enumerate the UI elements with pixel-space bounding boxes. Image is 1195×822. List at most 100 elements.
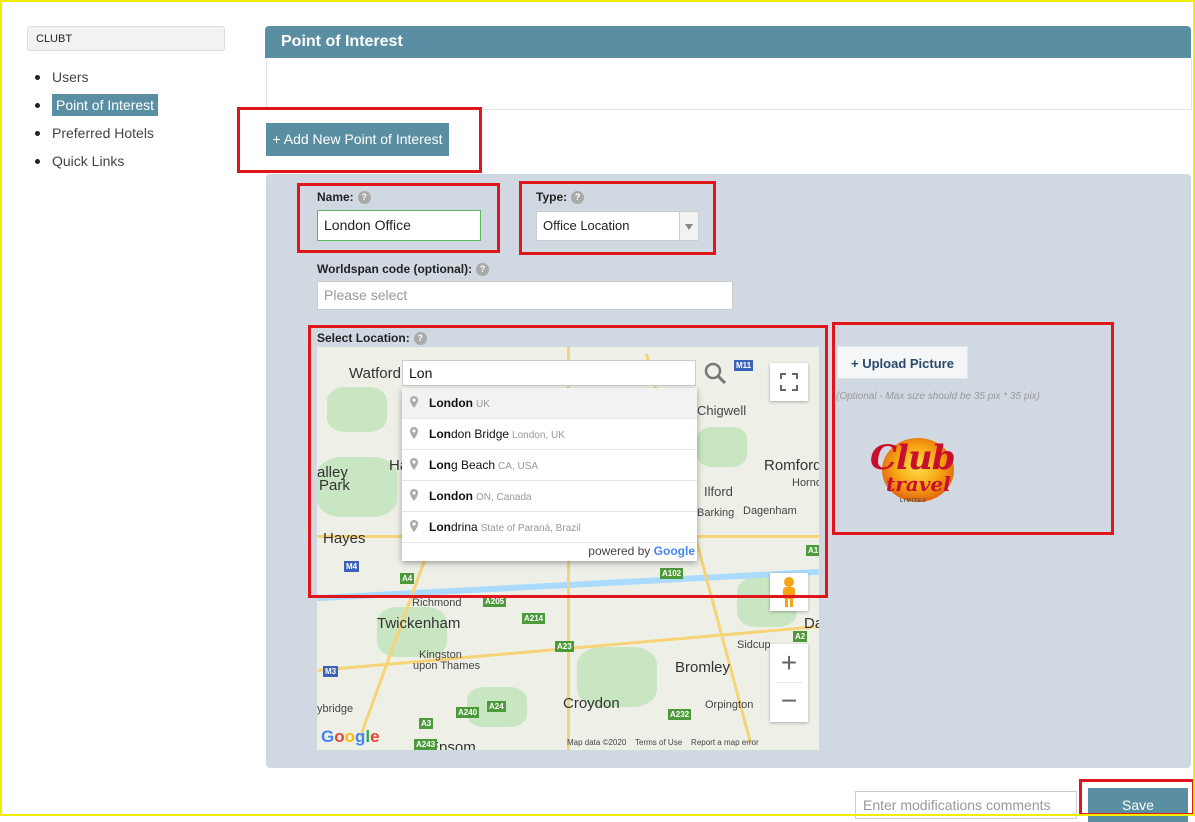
sidebar-item-point-of-interest[interactable]: Point of Interest [35,94,159,122]
suggestion-secondary: UK [476,399,490,410]
road-sign: A4 [400,573,415,584]
map-label: Ilford [704,484,733,499]
map-label: Croydon [563,695,620,712]
suggestion-secondary: CA, USA [498,461,539,472]
worldspan-select[interactable]: Please select [317,281,733,310]
suggestion-rest: don [451,489,473,503]
autocomplete-item[interactable]: London Bridge London, UK [402,419,697,450]
map-label: Orpington [705,699,754,711]
location-label-text: Select Location: [317,331,410,345]
suggestion-rest: don Bridge [451,427,510,441]
map-terms-link[interactable]: Terms of Use [635,738,682,747]
location-pin-icon [410,427,418,439]
suggestion-rest: g Beach [451,458,496,472]
help-icon[interactable]: ? [571,191,585,205]
map-label: ybridge [317,703,354,715]
upload-note: (Optional - Max size should be 35 pix * … [836,391,1040,402]
name-input[interactable]: London Office [317,210,481,241]
page-title: Point of Interest [265,26,1191,58]
type-select[interactable]: Office Location [536,211,699,241]
help-icon[interactable]: ? [413,332,427,346]
worldspan-label: Worldspan code (optional):? [317,262,490,277]
road-sign: M4 [344,561,360,572]
suggestion-secondary: State of Paraná, Brazil [480,523,581,534]
road-sign: M11 [734,360,754,371]
map-label: Dagenham [743,505,797,517]
sidebar-item-label: Point of Interest [52,94,159,116]
logo-word-travel: travel [886,472,951,496]
powered-by-google: powered by Google [588,544,695,558]
sidebar-item-label: Quick Links [52,153,125,169]
road-sign: A23 [555,641,574,652]
fullscreen-button[interactable] [770,363,808,401]
suggestion-match: Lon [429,489,451,503]
autocomplete-item[interactable]: London ON, Canada [402,481,697,512]
sidebar-item-label: Preferred Hotels [52,125,154,141]
fullscreen-icon [780,373,798,391]
road-sign: A214 [522,613,546,624]
street-view-pegman[interactable] [770,573,808,611]
autocomplete-item[interactable]: Long Beach CA, USA [402,450,697,481]
powered-by-text: powered by [588,544,651,558]
location-pin-icon [410,489,418,501]
road-sign: A13 [806,545,819,556]
map-search-button[interactable] [702,360,728,386]
type-select-value: Office Location [543,218,630,233]
zoom-controls: + − [770,644,808,722]
map-data-text: Map data ©2020 [567,738,627,747]
zoom-out-button[interactable]: − [770,683,808,721]
pegman-icon [783,577,795,607]
search-icon [704,362,727,385]
modification-comments-input[interactable]: Enter modifications comments [855,791,1077,819]
club-travel-logo: Club travel LIMITED [856,436,971,511]
panel-body [266,58,1192,110]
sidebar-item-quick-links[interactable]: Quick Links [35,150,158,178]
logo-word-limited: LIMITED [900,498,927,504]
add-point-of-interest-button[interactable]: + Add New Point of Interest [266,123,449,156]
worldspan-label-text: Worldspan code (optional): [317,262,473,276]
type-label-text: Type: [536,190,568,204]
map-label: Watford [349,365,401,382]
road-sign: A232 [668,709,692,720]
type-label: Type:? [536,190,585,205]
sidebar-nav: Users Point of Interest Preferred Hotels… [35,66,159,178]
suggestion-rest: don [451,396,473,410]
help-icon[interactable]: ? [357,191,371,205]
location-label: Select Location:? [317,331,427,346]
upload-picture-button[interactable]: + Upload Picture [837,346,968,379]
autocomplete-item[interactable]: Londrina State of Paraná, Brazil [402,512,697,543]
name-label: Name:? [317,190,371,205]
map-label: Twickenham [377,615,461,632]
google-logo: Google [321,727,380,746]
suggestion-secondary: ON, Canada [476,492,532,503]
map-label: Chigwell [697,403,747,418]
chevron-down-icon [679,212,698,240]
road-sign: A2 [793,631,808,642]
sidebar-item-users[interactable]: Users [35,66,158,94]
autocomplete-dropdown: London UK London Bridge London, UK Long Be… [402,388,697,561]
location-pin-icon [410,458,418,470]
suggestion-rest: drina [451,520,478,534]
map-label: Richmond [412,597,462,609]
map-label: Dart [804,615,819,632]
map-label: Barking [697,507,735,519]
zoom-in-button[interactable]: + [770,644,808,682]
suggestion-match: Lon [429,396,451,410]
google-wordmark: Google [653,544,695,558]
save-button[interactable]: Save [1088,788,1188,822]
map-report-link[interactable]: Report a map error [691,738,759,747]
map-search-input[interactable]: Lon [402,360,696,386]
sidebar-item-preferred-hotels[interactable]: Preferred Hotels [35,122,158,150]
road-sign: M3 [323,666,339,677]
help-icon[interactable]: ? [476,263,490,277]
suggestion-match: Lon [429,520,451,534]
location-pin-icon [410,396,418,408]
road-sign: A240 [456,707,480,718]
map-label: Park [319,477,350,494]
suggestion-match: Lon [429,427,451,441]
map-park [697,427,747,467]
autocomplete-item[interactable]: London UK [402,388,697,419]
name-label-text: Name: [317,190,354,204]
map-label: Sidcup [737,639,771,651]
map-label: Horno [792,477,819,489]
